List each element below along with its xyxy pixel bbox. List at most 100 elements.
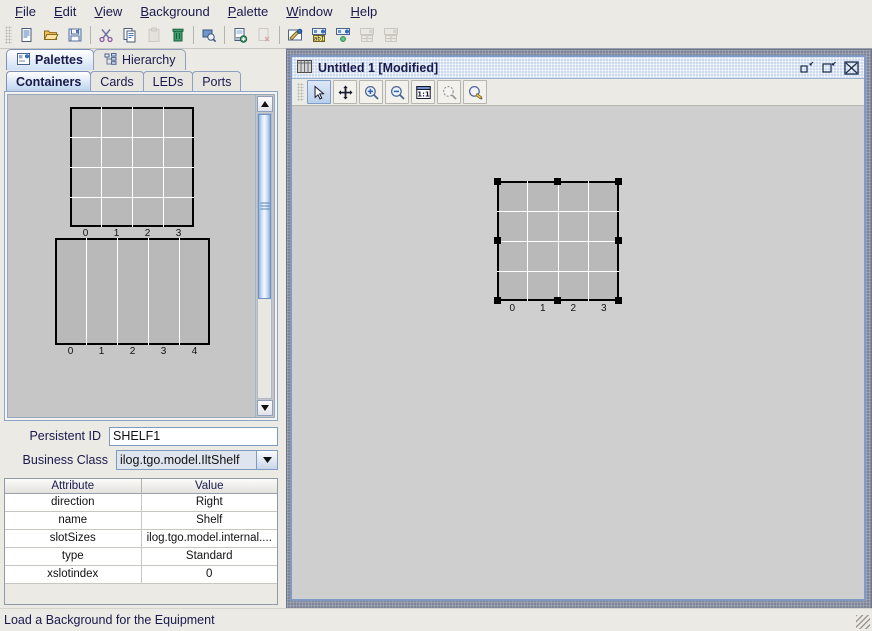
menu-background[interactable]: Background (131, 2, 218, 21)
document-toolbar: 1:1 (292, 79, 864, 106)
palette-canvas[interactable]: 0 1 2 3 0 1 (8, 95, 255, 417)
palette-view[interactable]: 0 1 2 3 0 1 (4, 91, 278, 421)
attribute-table[interactable]: Attribute Value direction Right name She… (4, 478, 278, 605)
table-row[interactable]: type Standard (5, 548, 277, 566)
attribute-table-header: Attribute Value (5, 479, 277, 494)
business-class-label: Business Class (4, 453, 116, 467)
new-palette-button[interactable] (228, 23, 252, 47)
zoom-reset-tool[interactable]: 1:1 (411, 80, 435, 104)
persistent-id-label: Persistent ID (4, 429, 109, 443)
table-row[interactable]: name Shelf (5, 512, 277, 530)
scrollbar-track[interactable] (257, 113, 272, 399)
cell-value[interactable]: 0 (142, 566, 278, 584)
scroll-up-button[interactable] (257, 96, 273, 112)
table-row[interactable]: direction Right (5, 494, 277, 512)
shelf-grid-icon (297, 60, 312, 76)
equipment-canvas[interactable]: 0 1 2 3 (292, 106, 864, 599)
maximize-button[interactable] (821, 61, 837, 75)
document-toolbar-drag-handle[interactable] (297, 83, 304, 101)
zoom-out-tool[interactable] (385, 80, 409, 104)
column-header-value[interactable]: Value (142, 479, 278, 494)
shelf-object[interactable] (497, 181, 619, 301)
rename-button[interactable] (283, 23, 307, 47)
paste-button (142, 23, 166, 47)
menu-edit[interactable]: Edit (45, 2, 85, 21)
toolbar-separator-2 (193, 26, 194, 44)
subtab-cards[interactable]: Cards (90, 71, 143, 91)
cell-value[interactable]: Right (142, 494, 278, 512)
subtab-containers[interactable]: Containers (6, 71, 91, 91)
palette-subtab-bar: Containers Cards LEDs Ports (0, 70, 282, 91)
table-add-button (379, 23, 403, 47)
toolbar-drag-handle[interactable] (5, 26, 12, 44)
menu-help[interactable]: Help (341, 2, 386, 21)
persistent-id-input[interactable] (109, 427, 278, 446)
tab-palettes-label: Palettes (35, 53, 83, 67)
svg-text:1:1: 1:1 (417, 90, 430, 98)
cell-value[interactable]: Shelf (142, 512, 278, 530)
shelf-4x4-preview[interactable] (70, 107, 194, 227)
zoom-in-tool[interactable] (359, 80, 383, 104)
minimize-button[interactable] (799, 61, 815, 75)
cell-value[interactable]: ilog.tgo.model.internal.... (142, 530, 278, 548)
selection-handle-ne[interactable] (615, 178, 622, 185)
scrollbar-thumb[interactable] (258, 114, 271, 299)
save-button[interactable] (63, 23, 87, 47)
document-title: Untitled 1 [Modified] (318, 61, 438, 75)
table-row[interactable]: xslotindex 0 (5, 566, 277, 584)
toolbar-separator-4 (279, 26, 280, 44)
tab-hierarchy[interactable]: Hierarchy (93, 49, 187, 70)
open-button[interactable] (39, 23, 63, 47)
subtab-leds[interactable]: LEDs (143, 71, 194, 91)
menu-file[interactable]: File (6, 2, 45, 21)
selection-handle-n[interactable] (554, 178, 561, 185)
table-edit-button (355, 23, 379, 47)
delete-button[interactable] (166, 23, 190, 47)
palette2-label-1: 1 (86, 346, 117, 357)
subtab-ports-label: Ports (202, 75, 231, 89)
selection-handle-w[interactable] (494, 237, 501, 244)
cell-value[interactable]: Standard (142, 548, 278, 566)
tree-hierarchy-icon (104, 53, 117, 68)
copy-button[interactable] (118, 23, 142, 47)
add-attribute-button[interactable] (331, 23, 355, 47)
subtab-ports[interactable]: Ports (192, 71, 241, 91)
document-title-bar[interactable]: Untitled 1 [Modified] (292, 57, 864, 79)
palette2-label-2: 2 (117, 346, 148, 357)
rack-5-slot-preview[interactable] (55, 238, 210, 345)
edit-attribute-button[interactable]: abI (307, 23, 331, 47)
chevron-down-icon[interactable] (256, 451, 277, 469)
canvas-label-1: 1 (528, 303, 559, 314)
palette-tab-bar: Palettes Hierarchy (0, 48, 282, 70)
rack-5-slot-preview-labels: 0 1 2 3 4 (55, 346, 210, 357)
scroll-down-button[interactable] (257, 400, 273, 416)
zoom-previous-tool[interactable] (463, 80, 487, 104)
status-bar: Load a Background for the Equipment (0, 608, 872, 631)
table-row[interactable]: slotSizes ilog.tgo.model.internal.... (5, 530, 277, 548)
palette2-label-4: 4 (179, 346, 210, 357)
toolbar-separator-1 (90, 26, 91, 44)
select-tool[interactable] (307, 80, 331, 104)
column-header-attribute[interactable]: Attribute (5, 479, 142, 494)
new-document-button[interactable] (15, 23, 39, 47)
palette-window-icon (17, 53, 30, 68)
subtab-leds-label: LEDs (153, 75, 184, 89)
zoom-region-tool[interactable] (437, 80, 461, 104)
window-resize-grip[interactable] (856, 615, 870, 629)
menu-window[interactable]: Window (277, 2, 341, 21)
menu-palette[interactable]: Palette (219, 2, 277, 21)
selection-handle-e[interactable] (615, 237, 622, 244)
svg-text:abI: abI (314, 35, 325, 42)
subtab-cards-label: Cards (100, 75, 133, 89)
cut-button[interactable] (94, 23, 118, 47)
cell-attribute: slotSizes (5, 530, 142, 548)
subtab-containers-label: Containers (16, 75, 81, 89)
palette-vertical-scrollbar[interactable] (255, 95, 274, 417)
close-button[interactable] (843, 61, 859, 75)
pan-tool[interactable] (333, 80, 357, 104)
tab-palettes[interactable]: Palettes (6, 49, 94, 70)
business-class-combo[interactable]: ilog.tgo.model.IltShelf (116, 450, 278, 470)
find-button[interactable] (197, 23, 221, 47)
menu-view[interactable]: View (85, 2, 131, 21)
selection-handle-nw[interactable] (494, 178, 501, 185)
